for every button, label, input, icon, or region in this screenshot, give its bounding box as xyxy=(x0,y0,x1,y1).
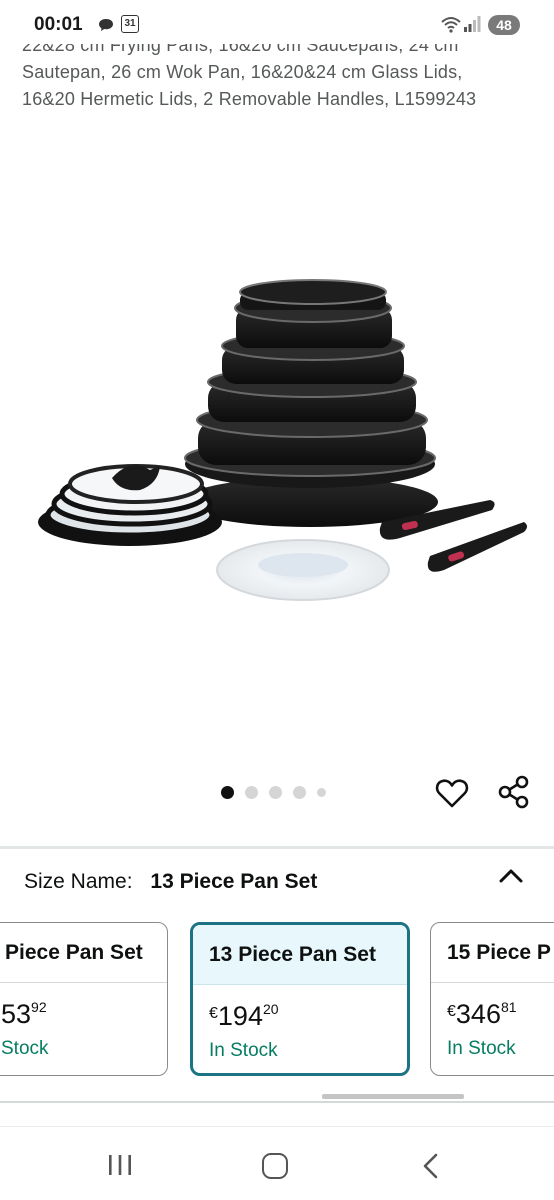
price-whole: 194 xyxy=(217,1001,263,1031)
size-option-card[interactable]: 15 Piece P €34681 In Stock xyxy=(430,922,554,1076)
signal-icon xyxy=(464,16,481,32)
status-bar: 00:01 31 48 xyxy=(0,0,554,44)
recent-apps-icon[interactable] xyxy=(106,1153,134,1177)
price-fraction: 81 xyxy=(500,999,517,1015)
message-icon xyxy=(99,19,113,31)
selected-size-value: 13 Piece Pan Set xyxy=(150,870,318,893)
heart-icon[interactable] xyxy=(434,775,470,811)
size-label: Size Name: xyxy=(24,870,133,893)
carousel-dot[interactable] xyxy=(293,786,306,799)
section-divider xyxy=(0,1101,554,1103)
size-options-carousel[interactable]: Piece Pan Set 5392 Stock 13 Piece Pan Se… xyxy=(0,922,554,1078)
size-selector-header[interactable]: Size Name: 13 Piece Pan Set xyxy=(24,870,317,894)
size-option-name: 15 Piece P xyxy=(431,923,554,983)
image-carousel-indicator[interactable] xyxy=(221,786,326,799)
size-option-price: €19420 xyxy=(193,985,407,1032)
price-fraction: 20 xyxy=(262,1001,279,1017)
stock-status: Stock xyxy=(1,1038,49,1059)
size-option-price: €34681 xyxy=(431,983,554,1030)
price-whole: 53 xyxy=(1,999,32,1029)
horizontal-scrollbar[interactable] xyxy=(322,1094,464,1099)
section-divider xyxy=(0,846,554,849)
description-line: Sautepan, 26 cm Wok Pan, 16&20&24 cm Gla… xyxy=(22,62,463,82)
product-image[interactable] xyxy=(30,270,530,610)
size-option-card[interactable]: Piece Pan Set 5392 Stock xyxy=(0,922,168,1076)
carousel-dot[interactable] xyxy=(245,786,258,799)
stock-status: In Stock xyxy=(447,1038,516,1059)
calendar-icon: 31 xyxy=(121,15,139,33)
description-line: 16&20 Hermetic Lids, 2 Removable Handles… xyxy=(22,89,477,109)
system-navigation-bar xyxy=(0,1126,554,1200)
size-option-card-selected[interactable]: 13 Piece Pan Set €19420 In Stock xyxy=(190,922,410,1076)
carousel-dot[interactable] xyxy=(221,786,234,799)
size-option-price: 5392 xyxy=(0,983,167,1030)
share-icon[interactable] xyxy=(496,774,532,810)
price-currency: € xyxy=(447,1003,456,1020)
back-icon[interactable] xyxy=(420,1153,442,1179)
price-fraction: 92 xyxy=(31,999,47,1015)
home-icon[interactable] xyxy=(262,1153,288,1179)
product-description: 22&28 cm Frying Pans, 16&20 cm Saucepans… xyxy=(22,32,542,113)
chevron-up-icon[interactable] xyxy=(496,864,526,888)
price-currency: € xyxy=(209,1005,218,1022)
stock-status: In Stock xyxy=(209,1040,278,1061)
wifi-icon xyxy=(441,17,461,33)
battery-indicator: 48 xyxy=(488,15,520,35)
carousel-dot[interactable] xyxy=(269,786,282,799)
carousel-dot[interactable] xyxy=(317,788,326,797)
size-option-name: 13 Piece Pan Set xyxy=(193,925,407,985)
status-time: 00:01 xyxy=(34,14,83,35)
price-whole: 346 xyxy=(455,999,501,1029)
size-option-name: Piece Pan Set xyxy=(0,923,167,983)
